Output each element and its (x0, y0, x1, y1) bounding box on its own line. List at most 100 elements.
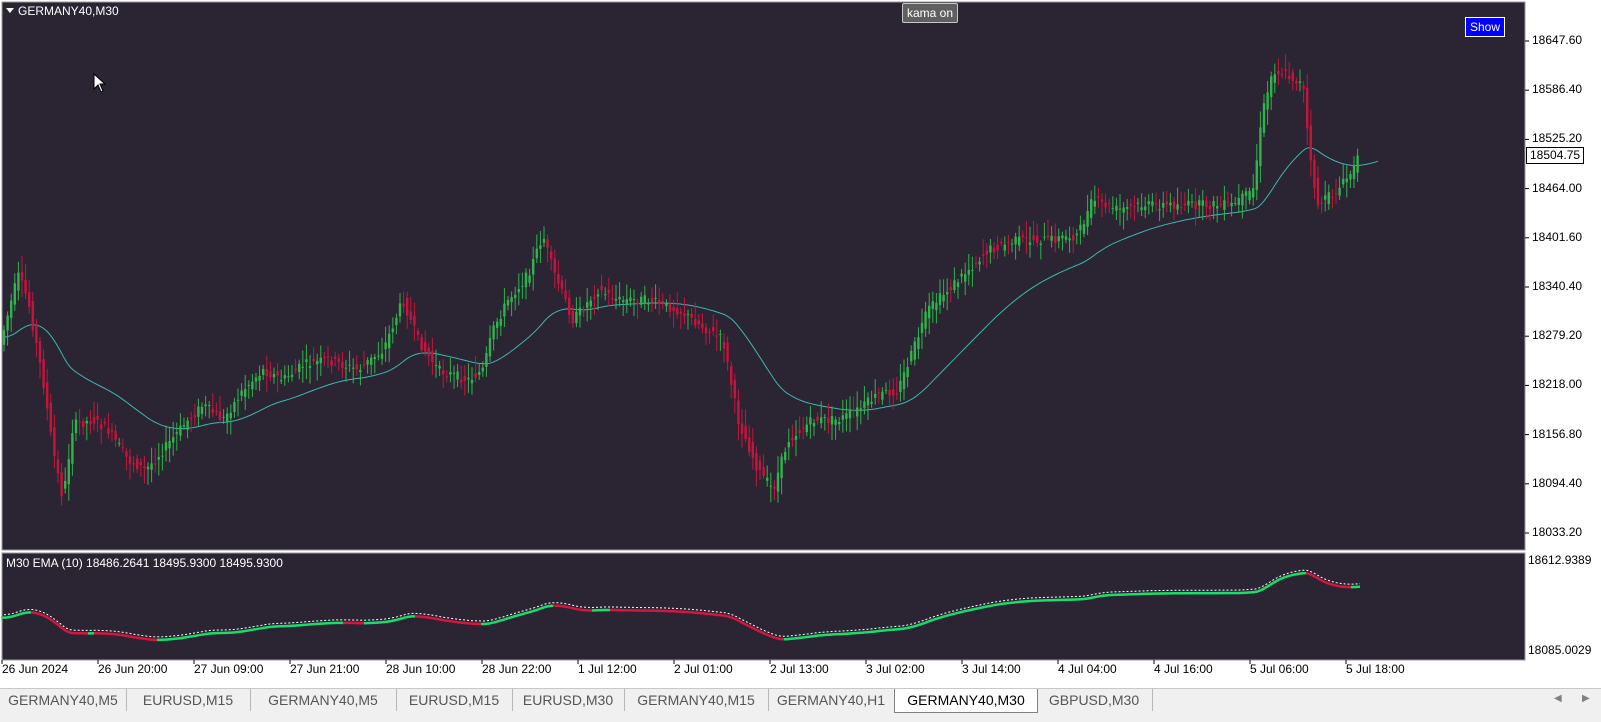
candle-body (629, 298, 631, 302)
ema-segment (43, 615, 46, 616)
candle-body (939, 293, 941, 305)
candle-body (867, 398, 869, 406)
ema-segment (52, 620, 55, 622)
chart-tab[interactable]: GERMANY40,M15 (624, 689, 769, 711)
candle-body (248, 385, 250, 386)
candle-body (1306, 88, 1308, 129)
show-button[interactable]: Show (1465, 17, 1505, 37)
candle-body (1122, 208, 1124, 213)
candle-body (510, 297, 512, 302)
candle-body (917, 337, 919, 349)
candle-body (838, 422, 840, 424)
ema-segment (517, 615, 520, 616)
candle-body (806, 425, 808, 432)
candle-body (312, 359, 314, 361)
kama-toggle-button[interactable]: kama on (902, 3, 958, 23)
candle-body (579, 308, 581, 316)
symbol-title[interactable]: GERMANY40,M30 (6, 4, 119, 18)
candle-body (665, 303, 667, 306)
ema-segment (523, 613, 526, 614)
ema-segment (577, 609, 580, 610)
candle-body (492, 325, 494, 339)
ema-segment (40, 614, 43, 615)
ema-segment (46, 617, 49, 619)
candle-body (114, 431, 116, 440)
candle-body (568, 298, 570, 315)
ema-segment (961, 611, 964, 612)
candle-body (1320, 203, 1322, 204)
candle-body (341, 362, 343, 368)
ema-segment (574, 609, 577, 610)
candle-body (996, 245, 998, 251)
time-axis-label: 27 Jun 09:00 (194, 662, 263, 676)
chart-tab[interactable]: EURUSD,M15 (126, 689, 251, 711)
candle-body (852, 411, 854, 412)
ema-segment (949, 614, 952, 615)
ema-segment (121, 635, 124, 636)
candle-body (1011, 244, 1013, 245)
candle-body (208, 405, 210, 406)
candle-body (89, 421, 91, 424)
chart-tab[interactable]: EURUSD,M15 (396, 689, 513, 711)
candle-body (17, 273, 19, 291)
ema-segment (496, 621, 499, 622)
candle-body (518, 289, 520, 292)
ema-segment (1093, 597, 1096, 598)
candle-body (10, 301, 12, 318)
candle-body (1187, 201, 1189, 206)
candle-body (896, 393, 898, 394)
candle-body (338, 358, 340, 361)
ema-segment (202, 634, 205, 635)
candle-body (878, 393, 880, 394)
ema-segment (544, 607, 547, 608)
collapse-triangle-icon[interactable] (6, 8, 14, 13)
candle-body (1007, 242, 1009, 243)
candle-body (658, 300, 660, 304)
candle-body (885, 390, 887, 391)
candle-body (914, 341, 916, 359)
candle-body (1104, 203, 1106, 208)
ema-segment (16, 614, 19, 615)
ema-segment (439, 619, 442, 620)
chart-tab[interactable]: GERMANY40,H1 (768, 689, 895, 711)
candle-body (244, 389, 246, 397)
time-axis-label: 2 Jul 13:00 (770, 662, 829, 676)
right-arrow-icon[interactable]: ▶ (1582, 693, 1590, 704)
chart-tab[interactable]: GERMANY40,M5 (0, 689, 127, 711)
candle-body (683, 313, 685, 316)
chart-tab[interactable]: GBPUSD,M30 (1036, 689, 1153, 711)
ema-segment (250, 630, 253, 631)
ema-segment (124, 636, 127, 637)
time-axis-label: 4 Jul 16:00 (1154, 662, 1213, 676)
left-arrow-icon[interactable]: ◀ (1554, 693, 1562, 704)
candle-body (622, 300, 624, 302)
chart-tab[interactable]: GERMANY40,M30 (894, 689, 1038, 713)
ema-segment (778, 639, 781, 640)
ema-segment (754, 629, 757, 631)
ema-segment (1270, 583, 1273, 585)
candle-body (752, 442, 754, 458)
ema-segment (181, 638, 184, 639)
ema-segment (403, 617, 406, 618)
candle-body (1000, 242, 1002, 243)
symbol-title-text: GERMANY40,M30 (18, 4, 119, 18)
candle-body (1184, 204, 1186, 206)
ema-segment (1264, 587, 1267, 589)
chart-canvas[interactable] (0, 0, 1601, 688)
candle-body (1004, 245, 1006, 251)
ema-segment (751, 627, 754, 629)
candle-body (1252, 188, 1254, 197)
price-axis-label: 18464.00 (1532, 181, 1582, 195)
chart-window[interactable]: GERMANY40,M30 kama on Show M30 EMA (10) … (0, 0, 1601, 688)
candle-body (514, 295, 516, 298)
ema-segment (991, 605, 994, 606)
candle-body (212, 409, 214, 413)
candle-body (521, 286, 523, 287)
ema-segment (547, 606, 550, 607)
chart-tab[interactable]: GERMANY40,M5 (250, 689, 397, 711)
candle-body (1040, 244, 1042, 245)
candle-body (701, 323, 703, 327)
chart-tab[interactable]: EURUSD,M30 (512, 689, 625, 711)
candle-body (64, 481, 66, 489)
candle-body (348, 365, 350, 366)
